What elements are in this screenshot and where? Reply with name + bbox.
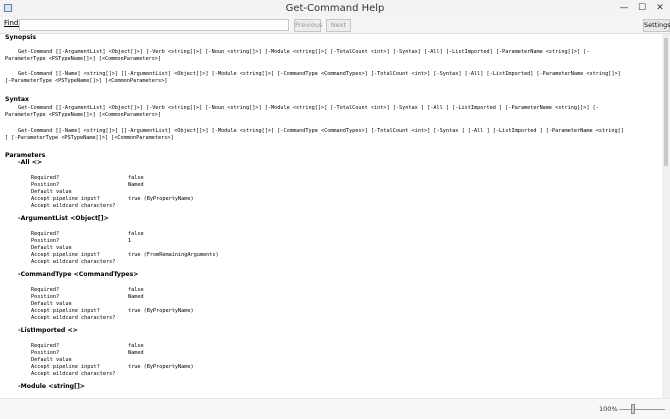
synopsis-line: Get-Command [[-Name] <string[]>] [[-Argu… bbox=[18, 71, 621, 77]
zoom-slider-track[interactable] bbox=[619, 409, 665, 410]
field-value: Named bbox=[128, 294, 144, 300]
field-label: Accept wildcard characters? bbox=[31, 371, 116, 377]
field-label: Accept wildcard characters? bbox=[31, 259, 116, 265]
syntax-line: ParameterType <PSTypeName[]>] [<CommonPa… bbox=[5, 112, 162, 118]
field-label: Default value bbox=[31, 189, 72, 195]
field-value: true (ByPropertyName) bbox=[128, 308, 194, 314]
field-label: Required? bbox=[31, 343, 60, 349]
syntax-header: Syntax bbox=[5, 96, 30, 103]
synopsis-line: [-ParameterType <PSTypeName[]>] [<Common… bbox=[5, 78, 168, 84]
field-label: Accept wildcard characters? bbox=[31, 203, 116, 209]
maximize-button[interactable]: ☐ bbox=[633, 0, 651, 17]
field-label: Default value bbox=[31, 245, 72, 251]
field-value: false bbox=[128, 175, 144, 181]
synopsis-line: ParameterType <PSTypeName[]>] [<CommonPa… bbox=[5, 56, 162, 62]
settings-button[interactable]: Settings bbox=[643, 19, 670, 32]
help-content: Synopsis Get-Command [[-ArgumentList] <O… bbox=[0, 34, 660, 398]
vertical-scrollbar[interactable] bbox=[662, 34, 670, 398]
field-label: Position? bbox=[31, 350, 60, 356]
syntax-line: Get-Command [[-Name] <string[]>] [[-Argu… bbox=[18, 128, 624, 134]
field-value: true (ByPropertyName) bbox=[128, 364, 194, 370]
field-label: Accept pipeline input? bbox=[31, 308, 100, 314]
parameter-name: -Module <string[]> bbox=[18, 383, 85, 390]
parameter-name: -All <> bbox=[18, 159, 43, 166]
field-label: Accept wildcard characters? bbox=[31, 315, 116, 321]
field-label: Required? bbox=[31, 287, 60, 293]
find-input[interactable] bbox=[19, 19, 289, 31]
previous-button[interactable]: Previous bbox=[294, 19, 322, 32]
status-bar: 100% bbox=[0, 398, 670, 419]
synopsis-line: Get-Command [[-ArgumentList] <Object[]>]… bbox=[18, 49, 590, 55]
field-label: Accept pipeline input? bbox=[31, 252, 100, 258]
minimize-button[interactable]: — bbox=[615, 0, 633, 17]
title-bar: Get-Command Help — ☐ ✕ bbox=[0, 0, 670, 18]
field-label: Accept pipeline input? bbox=[31, 196, 100, 202]
zoom-label: 100% bbox=[599, 405, 618, 413]
field-value: true (FromRemainingArguments) bbox=[128, 252, 219, 258]
synopsis-header: Synopsis bbox=[5, 34, 37, 41]
zoom-slider-thumb[interactable] bbox=[631, 404, 635, 414]
field-value: 1 bbox=[128, 238, 132, 244]
field-label: Default value bbox=[31, 357, 72, 363]
syntax-line: ] [-ParameterType <PSTypeName[]>] [<Comm… bbox=[5, 135, 174, 141]
toolbar: Find: Previous Next Settings bbox=[0, 17, 670, 34]
field-value: Named bbox=[128, 182, 144, 188]
parameter-name: -ListImported <> bbox=[18, 327, 78, 334]
field-value: true (ByPropertyName) bbox=[128, 196, 194, 202]
field-label: Position? bbox=[31, 238, 60, 244]
field-value: false bbox=[128, 343, 144, 349]
next-button[interactable]: Next bbox=[326, 19, 351, 32]
field-label: Default value bbox=[31, 301, 72, 307]
parameter-name: -ArgumentList <Object[]> bbox=[18, 215, 109, 222]
close-button[interactable]: ✕ bbox=[651, 0, 669, 17]
field-label: Required? bbox=[31, 175, 60, 181]
field-value: Named bbox=[128, 350, 144, 356]
scrollbar-thumb[interactable] bbox=[664, 38, 668, 166]
window-title: Get-Command Help bbox=[285, 3, 385, 14]
field-label: Position? bbox=[31, 294, 60, 300]
field-label: Accept pipeline input? bbox=[31, 364, 100, 370]
syntax-line: Get-Command [[-ArgumentList] <Object[]>]… bbox=[18, 105, 599, 111]
parameter-name: -CommandType <CommandTypes> bbox=[18, 271, 139, 278]
field-label: Required? bbox=[31, 231, 60, 237]
field-value: false bbox=[128, 231, 144, 237]
field-label: Position? bbox=[31, 182, 60, 188]
field-value: false bbox=[128, 287, 144, 293]
